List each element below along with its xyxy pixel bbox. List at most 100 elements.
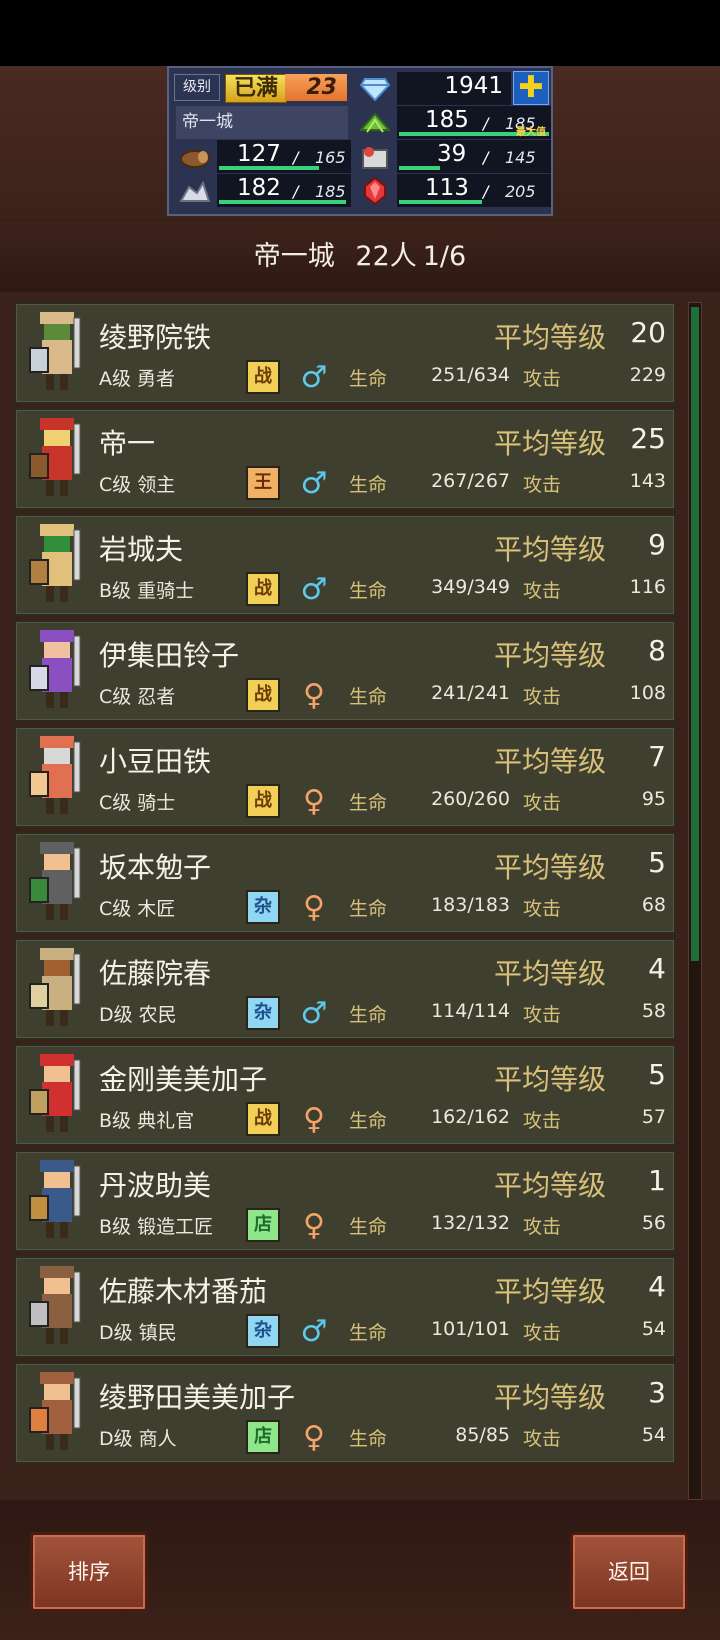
unit-card[interactable]: 绫野院铁 平均等级 20 A级 勇者 战 ♂ 生命 251/634 攻击 229 (14, 302, 676, 404)
avg-level-label: 平均等级 (494, 745, 607, 778)
female-icon: ♀ (303, 890, 325, 925)
ore-bar (399, 166, 440, 170)
job-type-badge: 杂 (246, 890, 280, 924)
male-icon: ♂ (300, 996, 328, 1031)
hp-value: 162/162 (431, 1106, 510, 1128)
sort-button[interactable]: 排序 (30, 1532, 148, 1612)
unit-card[interactable]: 金刚美美加子 平均等级 5 B级 典礼官 战 ♀ 生命 162/162 攻击 57 (14, 1044, 676, 1146)
stone-icon (173, 174, 217, 207)
attack-value: 54 (641, 1424, 666, 1446)
unit-avatar (22, 1262, 94, 1352)
attack-value: 116 (629, 576, 666, 598)
unit-card[interactable]: 坂本勉子 平均等级 5 C级 木匠 杂 ♀ 生命 183/183 攻击 68 (14, 832, 676, 934)
hp-label: 生命 (349, 368, 388, 390)
unit-card[interactable]: 绫野田美美加子 平均等级 3 D级 商人 店 ♀ 生命 85/85 攻击 54 (14, 1362, 676, 1464)
job-type-badge: 战 (246, 678, 280, 712)
attack-value: 108 (629, 682, 666, 704)
hp-value: 260/260 (431, 788, 510, 810)
male-icon: ♂ (300, 360, 328, 395)
unit-name: 绫野院铁 (99, 321, 212, 354)
avg-level-value: 5 (648, 1058, 666, 1091)
hp-value: 132/132 (431, 1212, 510, 1234)
hp-value: 85/85 (455, 1424, 510, 1446)
unit-card[interactable]: 伊集田铃子 平均等级 8 C级 忍者 战 ♀ 生命 241/241 攻击 108 (14, 620, 676, 722)
city-name: 帝一城 (176, 106, 348, 139)
unit-avatar (22, 308, 94, 398)
unit-name: 小豆田铁 (99, 745, 212, 778)
ore-value-box: 39 / 145 (397, 140, 551, 173)
unit-avatar (22, 626, 94, 716)
unit-card[interactable]: 帝一 平均等级 25 C级 领主 王 ♂ 生命 267/267 攻击 143 (14, 408, 676, 510)
female-icon: ♀ (303, 784, 325, 819)
hp-value: 241/241 (431, 682, 510, 704)
unit-rank-job: D级 商人 (99, 1428, 177, 1450)
male-icon: ♂ (300, 466, 328, 501)
attack-label: 攻击 (523, 580, 562, 602)
crystal-value: 113 (425, 175, 469, 201)
hp-label: 生命 (349, 1428, 388, 1450)
unit-card[interactable]: 岩城夫 平均等级 9 B级 重骑士 战 ♂ 生命 349/349 攻击 116 (14, 514, 676, 616)
stone-bar (219, 200, 346, 204)
page-title: 帝一城 22人 1/6 (0, 222, 720, 292)
stone-value-box: 182 / 185 (217, 174, 351, 207)
stone-value: 182 (237, 175, 281, 201)
avg-level-value: 7 (648, 740, 666, 773)
avg-level-value: 1 (648, 1164, 666, 1197)
crystal-value-box: 113 / 205 (397, 174, 551, 207)
unit-rank-job: C级 骑士 (99, 792, 176, 814)
unit-avatar (22, 838, 94, 928)
wood-icon (173, 140, 217, 173)
wood-max: 165 (315, 148, 346, 167)
scrollbar-thumb[interactable] (691, 307, 699, 961)
attack-value: 95 (641, 788, 666, 810)
avg-level-label: 平均等级 (494, 1063, 607, 1096)
unit-avatar (22, 414, 94, 504)
avg-level-label: 平均等级 (494, 1381, 607, 1414)
hp-label: 生命 (349, 474, 388, 496)
unit-rank-job: B级 锻造工匠 (99, 1216, 214, 1238)
hp-value: 101/101 (431, 1318, 510, 1340)
job-type-badge: 战 (246, 784, 280, 818)
hp-value: 114/114 (431, 1000, 510, 1022)
attack-value: 57 (641, 1106, 666, 1128)
unit-rank-job: B级 典礼官 (99, 1110, 195, 1132)
wood-value: 127 (237, 141, 281, 167)
job-type-badge: 战 (246, 360, 280, 394)
job-type-badge: 战 (246, 1102, 280, 1136)
unit-card[interactable]: 佐藤院春 平均等级 4 D级 农民 杂 ♂ 生命 114/114 攻击 58 (14, 938, 676, 1040)
unit-rank-job: D级 镇民 (99, 1322, 177, 1344)
unit-avatar (22, 1368, 94, 1458)
attack-label: 攻击 (523, 686, 562, 708)
back-button[interactable]: 返回 (570, 1532, 688, 1612)
attack-label: 攻击 (523, 1322, 562, 1344)
avg-level-value: 5 (648, 846, 666, 879)
food-value-box: 185 / 185 最大值 (397, 106, 551, 139)
job-type-badge: 杂 (246, 996, 280, 1030)
unit-card[interactable]: 佐藤木材番茄 平均等级 4 D级 镇民 杂 ♂ 生命 101/101 攻击 54 (14, 1256, 676, 1358)
hp-value: 349/349 (431, 576, 510, 598)
attack-value: 58 (641, 1000, 666, 1022)
avg-level-value: 4 (648, 1270, 666, 1303)
hp-label: 生命 (349, 580, 388, 602)
avg-level-value: 3 (648, 1376, 666, 1409)
unit-name: 佐藤木材番茄 (99, 1275, 268, 1308)
unit-list[interactable]: 绫野院铁 平均等级 20 A级 勇者战 ♂ 生命 251/634 攻击 229 帝一 平均等级 25 C… (12, 302, 676, 1500)
gem-count: 1941 (444, 73, 503, 99)
attack-label: 攻击 (523, 1428, 562, 1450)
attack-value: 143 (629, 470, 666, 492)
job-type-badge: 战 (246, 572, 280, 606)
title-page: 1/6 (422, 241, 467, 272)
avg-level-label: 平均等级 (494, 427, 607, 460)
crystal-bar (399, 200, 482, 204)
unit-card[interactable]: 丹波助美 平均等级 1 B级 锻造工匠 店 ♀ 生命 132/132 攻击 56 (14, 1150, 676, 1252)
avg-level-label: 平均等级 (494, 639, 607, 672)
gem-icon (353, 72, 397, 105)
avg-level-value: 4 (648, 952, 666, 985)
unit-card[interactable]: 小豆田铁 平均等级 7 C级 骑士 战 ♀ 生命 260/260 攻击 95 (14, 726, 676, 828)
scrollbar[interactable] (688, 302, 702, 1500)
attack-value: 229 (629, 364, 666, 386)
unit-name: 岩城夫 (99, 533, 184, 566)
add-gems-button[interactable]: ✚ (513, 71, 549, 105)
job-type-badge: 店 (246, 1420, 280, 1454)
hp-label: 生命 (349, 1216, 388, 1238)
